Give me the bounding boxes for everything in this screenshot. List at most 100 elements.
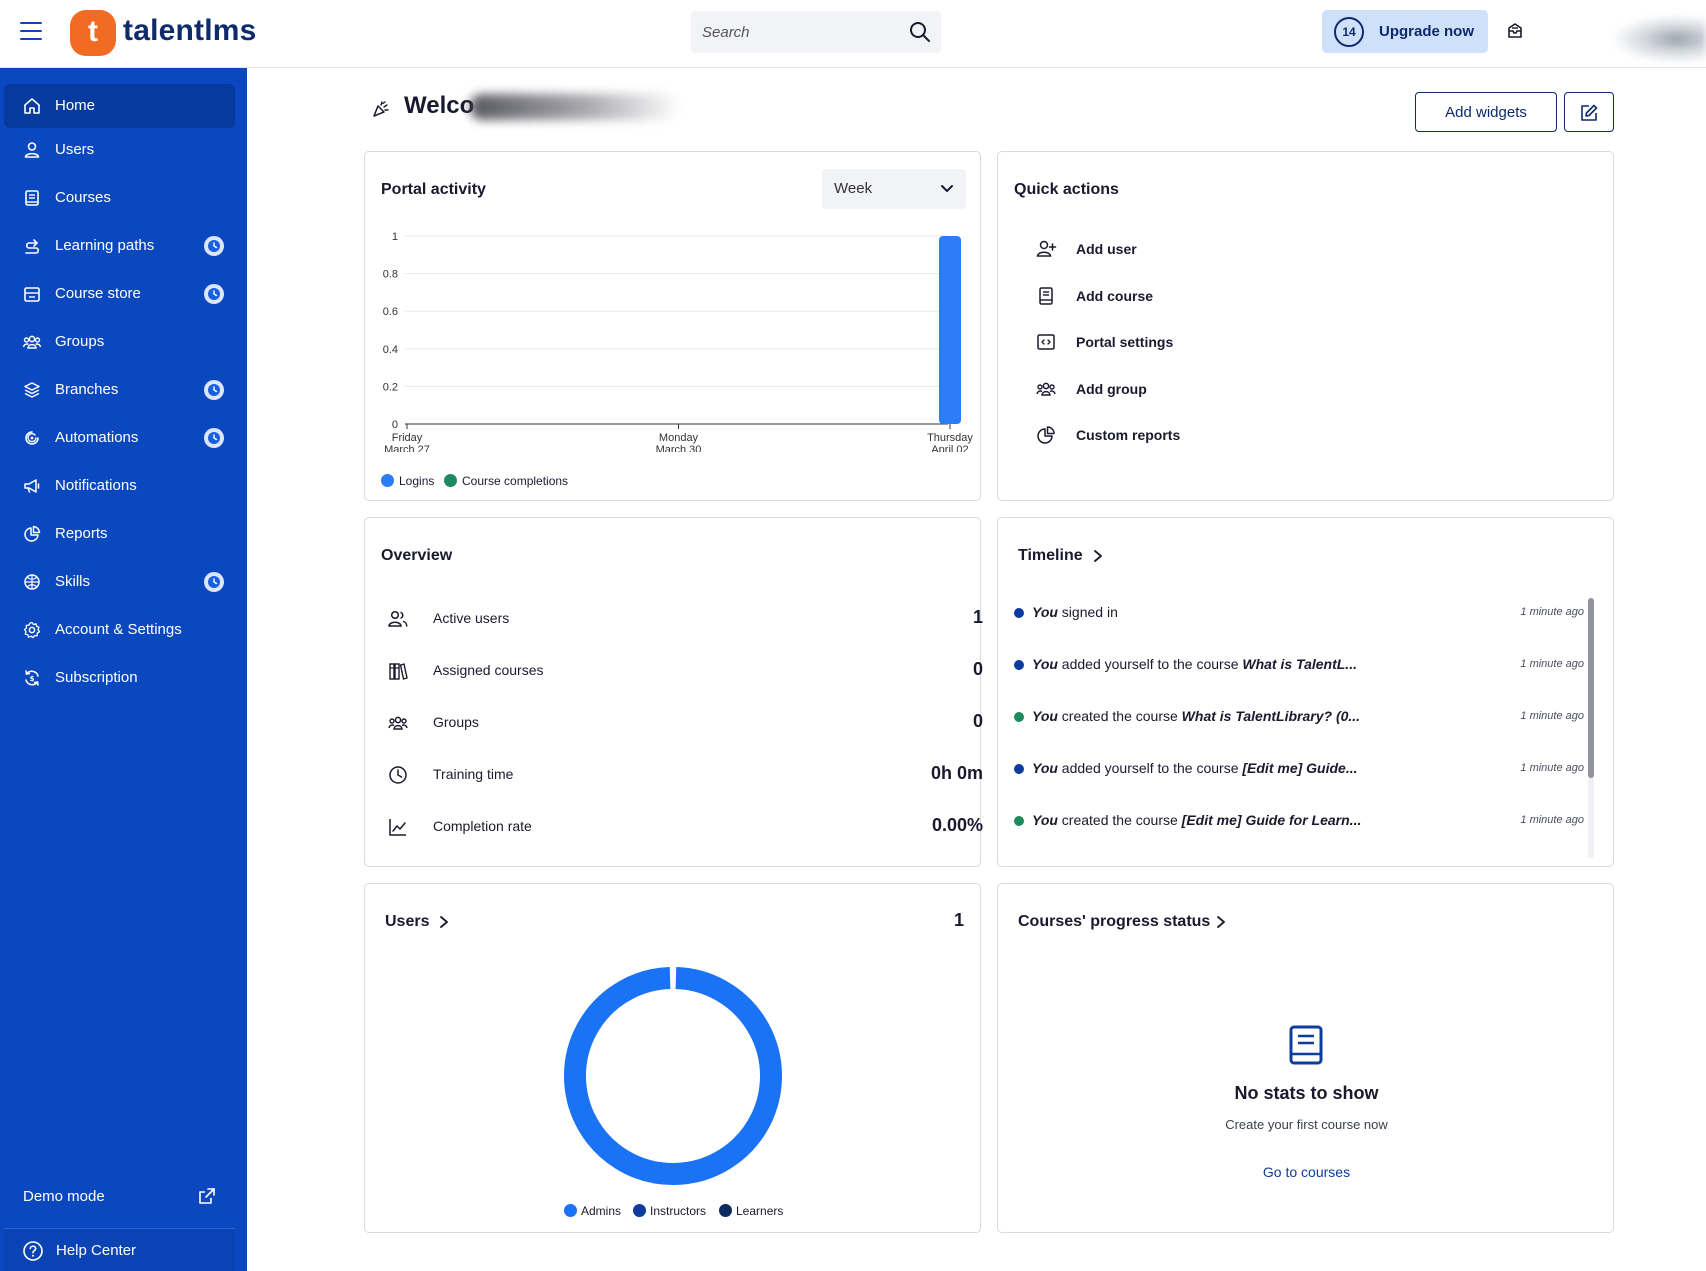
legend-admins[interactable]: Admins bbox=[581, 1204, 621, 1218]
timeline-event: You created the course [Edit me] Guide f… bbox=[1014, 807, 1584, 837]
help-center-button[interactable]: Help Center bbox=[4, 1228, 235, 1271]
clock-badge-icon bbox=[204, 380, 224, 400]
sidebar-item-label: Course store bbox=[55, 285, 141, 302]
search-input[interactable] bbox=[691, 11, 891, 53]
automation-icon bbox=[25, 431, 39, 445]
inbox-icon[interactable] bbox=[1505, 21, 1525, 41]
quick-action-label: Portal settings bbox=[1076, 334, 1174, 350]
legend-course-completions[interactable]: Course completions bbox=[462, 474, 568, 488]
add-widgets-button[interactable]: Add widgets bbox=[1415, 92, 1557, 132]
legend-admins-dot bbox=[564, 1204, 577, 1217]
timeline-event-text: You added yourself to the course What is… bbox=[1032, 656, 1357, 672]
layers-icon bbox=[24, 382, 40, 398]
timeline-scrollbar-thumb[interactable] bbox=[1588, 598, 1594, 778]
courses-progress-title-link[interactable]: Courses' progress status bbox=[1018, 913, 1210, 931]
overview-value: 0 bbox=[972, 659, 983, 679]
x-tick-label: Friday bbox=[392, 432, 423, 444]
timeline-event-dot bbox=[1014, 712, 1024, 722]
donut-slice-admins[interactable] bbox=[564, 967, 782, 1185]
go-to-courses-link[interactable]: Go to courses bbox=[998, 1164, 1615, 1180]
sidebar-item-courses[interactable]: Courses bbox=[4, 176, 235, 220]
overview-row-assigned-courses: Assigned courses 0 bbox=[387, 650, 983, 690]
groups-icon bbox=[22, 335, 42, 349]
overview-label: Groups bbox=[433, 714, 479, 730]
overview-value: 0.00% bbox=[931, 815, 983, 835]
quick-action-custom-reports[interactable]: Custom reports bbox=[1035, 420, 1335, 450]
timeline-event-text: You signed in bbox=[1032, 604, 1118, 620]
quick-action-add-course[interactable]: Add course bbox=[1035, 281, 1335, 311]
avatar[interactable] bbox=[1610, 14, 1706, 64]
quick-action-portal-settings[interactable]: Portal settings bbox=[1035, 327, 1335, 357]
sidebar-item-reports[interactable]: Reports bbox=[4, 512, 235, 556]
logo-text[interactable]: talentlms bbox=[123, 14, 257, 48]
sidebar-item-label: Learning paths bbox=[55, 237, 155, 254]
timeline-event-course-link[interactable]: What is TalentLibrary? (0... bbox=[1182, 708, 1360, 724]
timeline-event-actor: You bbox=[1032, 812, 1058, 828]
legend-instructors[interactable]: Instructors bbox=[650, 1204, 706, 1218]
megaphone-icon bbox=[24, 479, 40, 493]
sidebar-item-label: Automations bbox=[55, 429, 139, 446]
timeline-scrollbar[interactable] bbox=[1588, 598, 1594, 858]
quick-action-add-user[interactable]: Add user bbox=[1035, 234, 1335, 264]
empty-state-title: No stats to show bbox=[1234, 1083, 1379, 1103]
demo-mode-label: Demo mode bbox=[23, 1188, 105, 1205]
timeline-event-text: You added yourself to the course [Edit m… bbox=[1032, 760, 1358, 776]
chevron-right-icon[interactable] bbox=[1215, 915, 1227, 929]
clock-icon bbox=[389, 766, 407, 784]
sidebar-item-notifications[interactable]: Notifications bbox=[4, 464, 235, 508]
menu-toggle-icon[interactable] bbox=[20, 22, 42, 42]
sidebar-item-label: Subscription bbox=[55, 669, 138, 686]
legend-logins[interactable]: Logins bbox=[399, 474, 434, 488]
users-title-link[interactable]: Users bbox=[385, 913, 429, 931]
sidebar-item-course-store[interactable]: Course store bbox=[4, 272, 235, 316]
clock-badge-icon bbox=[204, 428, 224, 448]
store-icon bbox=[24, 287, 40, 302]
timeline-title-link[interactable]: Timeline bbox=[1018, 547, 1083, 565]
y-tick-label: 0.4 bbox=[383, 344, 398, 356]
question-icon bbox=[23, 1241, 43, 1261]
add-user-icon bbox=[1036, 240, 1057, 257]
logo-mark[interactable]: t bbox=[70, 10, 116, 56]
sidebar-item-label: Notifications bbox=[55, 477, 137, 494]
sidebar-item-groups[interactable]: Groups bbox=[4, 320, 235, 364]
sidebar-item-learning-paths[interactable]: Learning paths bbox=[4, 224, 235, 268]
external-link-icon[interactable] bbox=[197, 1186, 217, 1206]
y-tick-label: 0.6 bbox=[383, 306, 398, 318]
card-title: Quick actions bbox=[1014, 181, 1119, 198]
sidebar-item-label: Groups bbox=[55, 333, 105, 350]
timeline-event-course-link[interactable]: [Edit me] Guide... bbox=[1242, 760, 1357, 776]
sidebar-item-branches[interactable]: Branches bbox=[4, 368, 235, 412]
legend-logins-dot bbox=[381, 474, 394, 487]
timeline-event-course-link[interactable]: What is TalentL... bbox=[1242, 656, 1357, 672]
overview-value: 0h 0m bbox=[930, 763, 983, 783]
legend-learners[interactable]: Learners bbox=[736, 1204, 783, 1218]
card-title: Overview bbox=[381, 547, 453, 564]
upgrade-button[interactable]: 14 Upgrade now bbox=[1322, 10, 1488, 53]
search-icon[interactable] bbox=[909, 21, 931, 43]
chevron-right-icon[interactable] bbox=[438, 915, 450, 929]
sidebar-item-account-settings[interactable]: Account & Settings bbox=[4, 608, 235, 652]
sidebar-item-users[interactable]: Users bbox=[4, 128, 235, 172]
sidebar-item-subscription[interactable]: $ Subscription bbox=[4, 656, 235, 700]
courses-progress-card: Courses' progress status No stats to sho… bbox=[997, 883, 1614, 1233]
groups-icon bbox=[1036, 382, 1056, 396]
edit-dashboard-button[interactable] bbox=[1564, 92, 1614, 132]
timeline-event-course-link[interactable]: [Edit me] Guide for Learn... bbox=[1182, 812, 1362, 828]
users-donut-chart bbox=[564, 967, 782, 1185]
skills-icon bbox=[24, 574, 40, 590]
sidebar-item-label: Home bbox=[55, 97, 96, 114]
edit-icon bbox=[1581, 104, 1598, 121]
quick-action-add-group[interactable]: Add group bbox=[1035, 374, 1335, 404]
subscription-icon: $ bbox=[25, 670, 39, 686]
sidebar-item-skills[interactable]: Skills bbox=[4, 560, 235, 604]
quick-action-label: Add group bbox=[1076, 381, 1147, 397]
timeline-event: You created the course What is TalentLib… bbox=[1014, 703, 1584, 733]
sidebar-item-automations[interactable]: Automations bbox=[4, 416, 235, 460]
party-popper-icon bbox=[373, 101, 389, 117]
timeline-event-action: added yourself to the course bbox=[1057, 760, 1243, 776]
chevron-right-icon[interactable] bbox=[1092, 549, 1104, 563]
timeline-event-time: 1 minute ago bbox=[1520, 658, 1584, 670]
x-tick-label: Thursday bbox=[927, 432, 973, 444]
portal-activity-card: Portal activity Week 0 0.2 0.4 0.6 0.8 1 Frida… bbox=[364, 151, 981, 501]
sidebar-item-home[interactable]: Home bbox=[4, 84, 235, 128]
